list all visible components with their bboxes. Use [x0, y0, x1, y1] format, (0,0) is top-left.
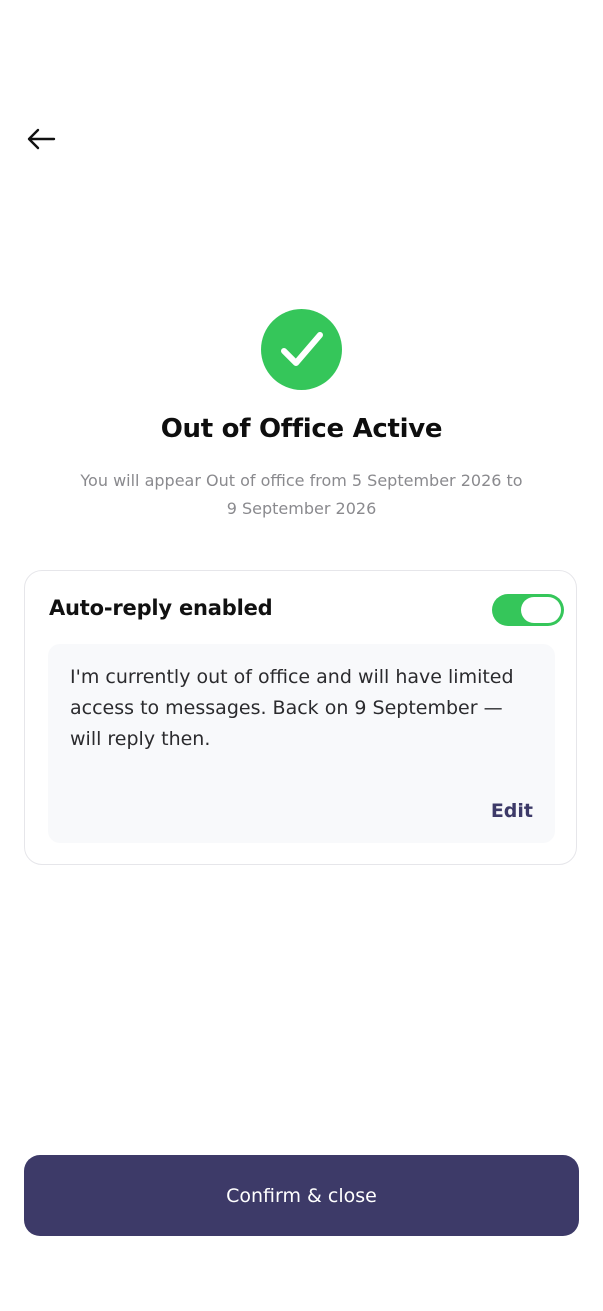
back-button[interactable]: [20, 118, 62, 160]
auto-reply-message-box: I'm currently out of office and will hav…: [48, 644, 555, 843]
auto-reply-message: I'm currently out of office and will hav…: [70, 666, 514, 750]
page-title: Out of Office Active: [160, 414, 443, 444]
confirm-close-button[interactable]: Confirm & close: [24, 1155, 579, 1236]
toggle-knob: [521, 597, 561, 623]
edit-button[interactable]: Edit: [491, 800, 533, 822]
auto-reply-toggle[interactable]: [492, 594, 564, 626]
auto-reply-card: Auto-reply enabled I'm currently out of …: [24, 570, 577, 865]
arrow-left-icon: [27, 128, 56, 150]
auto-reply-label: Auto-reply enabled: [49, 596, 273, 620]
check-icon: [280, 331, 323, 366]
success-badge: [261, 309, 342, 390]
status-subtitle: You will appear Out of office from 5 Sep…: [80, 471, 523, 518]
